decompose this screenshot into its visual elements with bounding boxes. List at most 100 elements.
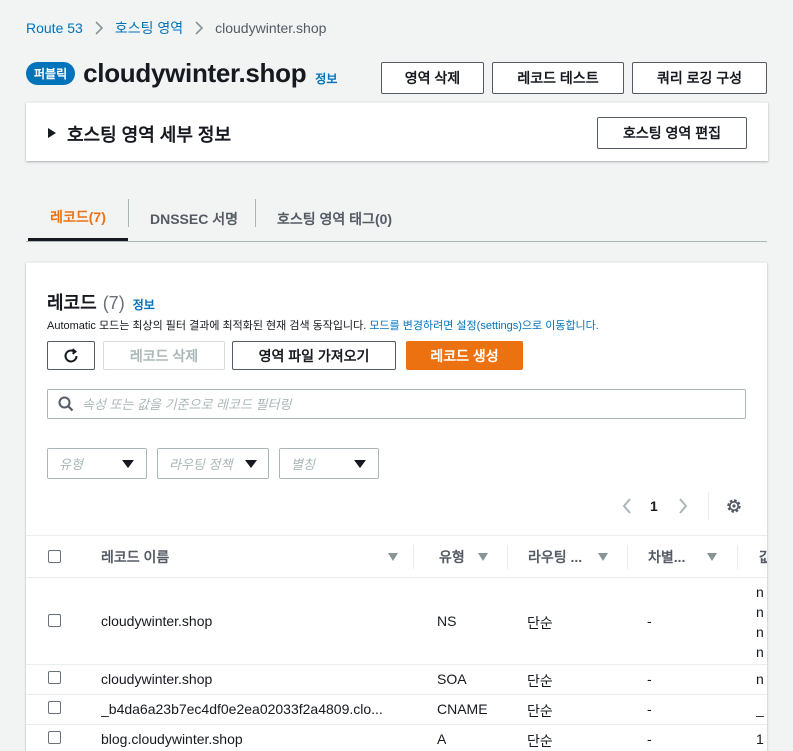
record-type: NS <box>437 613 457 629</box>
record-name: cloudywinter.shop <box>101 671 213 687</box>
chevron-right-icon <box>195 21 204 35</box>
record-routing: 단순 <box>527 673 553 689</box>
record-value: _ <box>756 701 764 717</box>
column-differentiator[interactable]: 차별... <box>648 536 728 578</box>
record-name: cloudywinter.shop <box>101 613 213 629</box>
caret-down-icon <box>354 460 366 468</box>
record-routing: 단순 <box>527 703 553 719</box>
record-name: _b4da6a23b7ec4df0e2ea02033f2a4809.clo... <box>101 701 383 717</box>
record-differentiator: - <box>647 613 652 629</box>
column-record-name-label: 레코드 이름 <box>101 549 170 565</box>
pager-divider <box>707 492 709 520</box>
tab-dnssec[interactable]: DNSSEC 서명 <box>150 196 238 241</box>
caret-down-icon <box>122 460 134 468</box>
configure-query-logging-button[interactable]: 쿼리 로깅 구성 <box>632 62 767 94</box>
current-page[interactable]: 1 <box>650 498 658 514</box>
column-value-label: 값 <box>759 547 767 567</box>
hosted-zone-details-toggle[interactable]: 호스팅 영역 세부 정보 <box>67 121 231 147</box>
public-badge: 퍼블릭 <box>26 62 76 85</box>
edit-hosted-zone-button[interactable]: 호스팅 영역 편집 <box>597 117 747 149</box>
record-value: n <box>756 604 764 620</box>
alias-filter-select[interactable]: 별칭 <box>279 448 379 479</box>
table-row[interactable]: cloudywinter.shop SOA 단순 - n <box>26 665 767 695</box>
row-checkbox[interactable] <box>48 671 61 684</box>
gear-icon[interactable] <box>725 497 743 515</box>
records-title: 레코드 <box>47 293 97 313</box>
breadcrumb-hosted-zones[interactable]: 호스팅 영역 <box>115 18 183 38</box>
search-input[interactable] <box>82 396 722 412</box>
import-zone-file-button[interactable]: 영역 파일 가져오기 <box>232 341 396 370</box>
column-type-label: 유형 <box>439 549 465 565</box>
record-name: blog.cloudywinter.shop <box>101 731 243 747</box>
settings-link[interactable]: 모드를 변경하려면 설정(settings)으로 이동합니다. <box>369 320 599 332</box>
sort-icon <box>707 553 717 561</box>
delete-zone-button[interactable]: 영역 삭제 <box>381 62 484 94</box>
tab-divider <box>128 199 129 227</box>
caret-right-icon[interactable] <box>48 128 56 138</box>
tab-bar: 레코드(7) DNSSEC 서명 호스팅 영역 태그(0) <box>26 196 767 242</box>
table-row[interactable]: blog.cloudywinter.shop A 단순 - 1 <box>26 725 767 751</box>
alias-filter-label: 별칭 <box>291 457 315 472</box>
breadcrumb-current: cloudywinter.shop <box>215 20 327 36</box>
refresh-icon <box>64 347 78 362</box>
records-info-link[interactable]: 정보 <box>133 296 155 313</box>
tab-hosted-zone-tags[interactable]: 호스팅 영역 태그(0) <box>277 196 392 241</box>
column-value[interactable]: 값 <box>759 536 767 578</box>
record-differentiator: - <box>647 731 652 747</box>
breadcrumb: Route 53 호스팅 영역 cloudywinter.shop <box>26 18 326 38</box>
chevron-right-icon[interactable] <box>678 498 688 514</box>
record-filter-search <box>47 389 746 419</box>
sort-icon <box>598 553 608 561</box>
record-routing: 단순 <box>527 615 553 631</box>
route53-hosted-zone-page: Route 53 호스팅 영역 cloudywinter.shop 퍼블릭 cl… <box>0 0 793 751</box>
tab-records[interactable]: 레코드(7) <box>28 196 128 241</box>
row-checkbox[interactable] <box>48 701 61 714</box>
record-routing: 단순 <box>527 733 553 749</box>
record-value: n <box>756 644 764 660</box>
sort-icon <box>478 553 488 561</box>
type-filter-label: 유형 <box>59 457 83 472</box>
column-divider <box>627 545 628 569</box>
routing-policy-filter-label: 라우팅 정책 <box>169 457 233 472</box>
record-type: CNAME <box>437 701 488 717</box>
type-filter-select[interactable]: 유형 <box>47 448 147 479</box>
column-divider <box>507 545 508 569</box>
refresh-button[interactable] <box>47 341 95 370</box>
breadcrumb-route53[interactable]: Route 53 <box>26 20 83 36</box>
record-differentiator: - <box>647 701 652 717</box>
tab-divider <box>255 199 256 227</box>
create-record-button[interactable]: 레코드 생성 <box>406 341 523 370</box>
records-description-text: Automatic 모드는 최상의 필터 결과에 최적화된 현재 검색 동작입니… <box>47 320 367 332</box>
table-header: 레코드 이름 유형 라우팅 ... 차별... <box>26 535 767 578</box>
table-row[interactable]: cloudywinter.shop NS 단순 - n n n n <box>26 578 767 665</box>
records-header: 레코드 (7) 정보 <box>47 289 155 315</box>
test-record-button[interactable]: 레코드 테스트 <box>492 62 624 94</box>
record-type: SOA <box>437 671 467 687</box>
column-type[interactable]: 유형 <box>439 536 499 578</box>
pagination: 1 <box>622 492 743 520</box>
delete-record-button[interactable]: 레코드 삭제 <box>103 341 225 370</box>
page-header: 퍼블릭 cloudywinter.shop 정보 <box>26 58 337 89</box>
records-panel: 레코드 (7) 정보 Automatic 모드는 최상의 필터 결과에 최적화된… <box>26 262 767 751</box>
routing-policy-filter-select[interactable]: 라우팅 정책 <box>157 448 269 479</box>
table-row[interactable]: _b4da6a23b7ec4df0e2ea02033f2a4809.clo...… <box>26 695 767 725</box>
column-routing-policy[interactable]: 라우팅 ... <box>528 536 628 578</box>
row-checkbox[interactable] <box>48 731 61 744</box>
chevron-left-icon[interactable] <box>622 498 632 514</box>
hosted-zone-details-panel: 호스팅 영역 세부 정보 호스팅 영역 편집 <box>26 102 768 161</box>
column-divider <box>737 545 738 569</box>
record-value: n <box>756 624 764 640</box>
record-value: 1 <box>756 731 764 747</box>
chevron-right-icon <box>95 21 103 35</box>
row-checkbox[interactable] <box>48 614 61 627</box>
record-type: A <box>437 731 447 747</box>
column-routing-policy-label: 라우팅 ... <box>528 549 583 565</box>
search-icon <box>58 396 74 412</box>
column-differentiator-label: 차별... <box>648 549 686 565</box>
header-info-link[interactable]: 정보 <box>315 70 337 87</box>
records-description: Automatic 모드는 최상의 필터 결과에 최적화된 현재 검색 동작입니… <box>47 317 599 333</box>
select-all-checkbox[interactable] <box>48 550 61 563</box>
caret-down-icon <box>245 460 257 468</box>
page-title: cloudywinter.shop <box>83 58 307 88</box>
column-record-name[interactable]: 레코드 이름 <box>101 536 401 578</box>
